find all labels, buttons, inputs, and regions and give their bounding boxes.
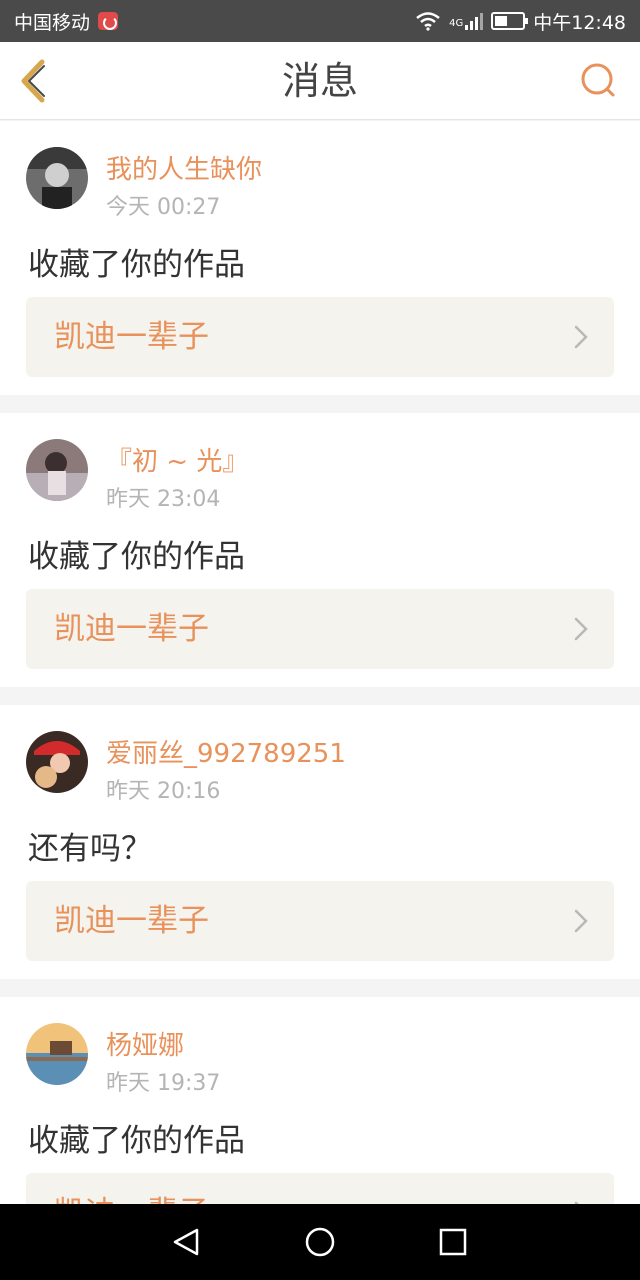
username[interactable]: 我的人生缺你 [106, 149, 262, 186]
work-link[interactable]: 凯迪一辈子 [26, 881, 614, 961]
system-nav-bar [0, 1204, 640, 1280]
carrier-name: 中国移动 [14, 11, 91, 34]
message-card[interactable]: 我的人生缺你 今天 00:27 收藏了你的作品 凯迪一辈子 [0, 121, 640, 395]
nav-recents-icon[interactable] [433, 1222, 473, 1262]
avatar[interactable] [26, 439, 88, 501]
chevron-right-icon [574, 325, 588, 349]
message-time: 今天 00:27 [106, 195, 221, 220]
work-link[interactable]: 凯迪一辈子 [26, 1173, 614, 1204]
nav-home-icon[interactable] [300, 1222, 340, 1262]
header: 消息 [0, 42, 640, 120]
message-time: 昨天 19:37 [106, 1071, 221, 1096]
status-time: 中午12:48 [533, 11, 626, 34]
back-chevron-icon[interactable] [14, 56, 54, 106]
work-title: 凯迪一辈子 [54, 611, 209, 647]
message-text: 收藏了你的作品 [28, 1123, 245, 1159]
username[interactable]: 杨娅娜 [106, 1025, 184, 1062]
message-card[interactable]: 杨娅娜 昨天 19:37 收藏了你的作品 凯迪一辈子 [0, 997, 640, 1204]
battery-icon [491, 12, 529, 30]
avatar[interactable] [26, 731, 88, 793]
chevron-right-icon [574, 617, 588, 641]
status-bar: 中国移动 4G 中午12:48 [0, 0, 640, 42]
username[interactable]: 爱丽丝_992789251 [106, 733, 346, 770]
avatar[interactable] [26, 1023, 88, 1085]
wifi-icon [416, 12, 440, 31]
message-card[interactable]: 爱丽丝_992789251 昨天 20:16 还有吗？ 凯迪一辈子 [0, 705, 640, 979]
signal-icon [465, 12, 484, 30]
carrier-app-icon [98, 12, 119, 30]
network-type: 4G [449, 17, 464, 29]
search-icon[interactable] [580, 62, 616, 98]
nav-back-icon[interactable] [167, 1222, 207, 1262]
message-list[interactable]: 我的人生缺你 今天 00:27 收藏了你的作品 凯迪一辈子 『初 ~ 光』 昨天… [0, 121, 640, 1204]
work-title: 凯迪一辈子 [54, 1173, 209, 1204]
message-card[interactable]: 『初 ~ 光』 昨天 23:04 收藏了你的作品 凯迪一辈子 [0, 413, 640, 687]
message-text: 收藏了你的作品 [28, 539, 245, 575]
message-time: 昨天 23:04 [106, 487, 221, 512]
work-link[interactable]: 凯迪一辈子 [26, 589, 614, 669]
work-title: 凯迪一辈子 [54, 319, 209, 355]
avatar[interactable] [26, 147, 88, 209]
work-link[interactable]: 凯迪一辈子 [26, 297, 614, 377]
chevron-right-icon [574, 909, 588, 933]
page-title: 消息 [281, 59, 358, 103]
message-text: 还有吗？ [28, 831, 152, 867]
work-title: 凯迪一辈子 [54, 903, 209, 939]
message-text: 收藏了你的作品 [28, 247, 245, 283]
message-time: 昨天 20:16 [106, 779, 221, 804]
username[interactable]: 『初 ~ 光』 [106, 441, 248, 478]
